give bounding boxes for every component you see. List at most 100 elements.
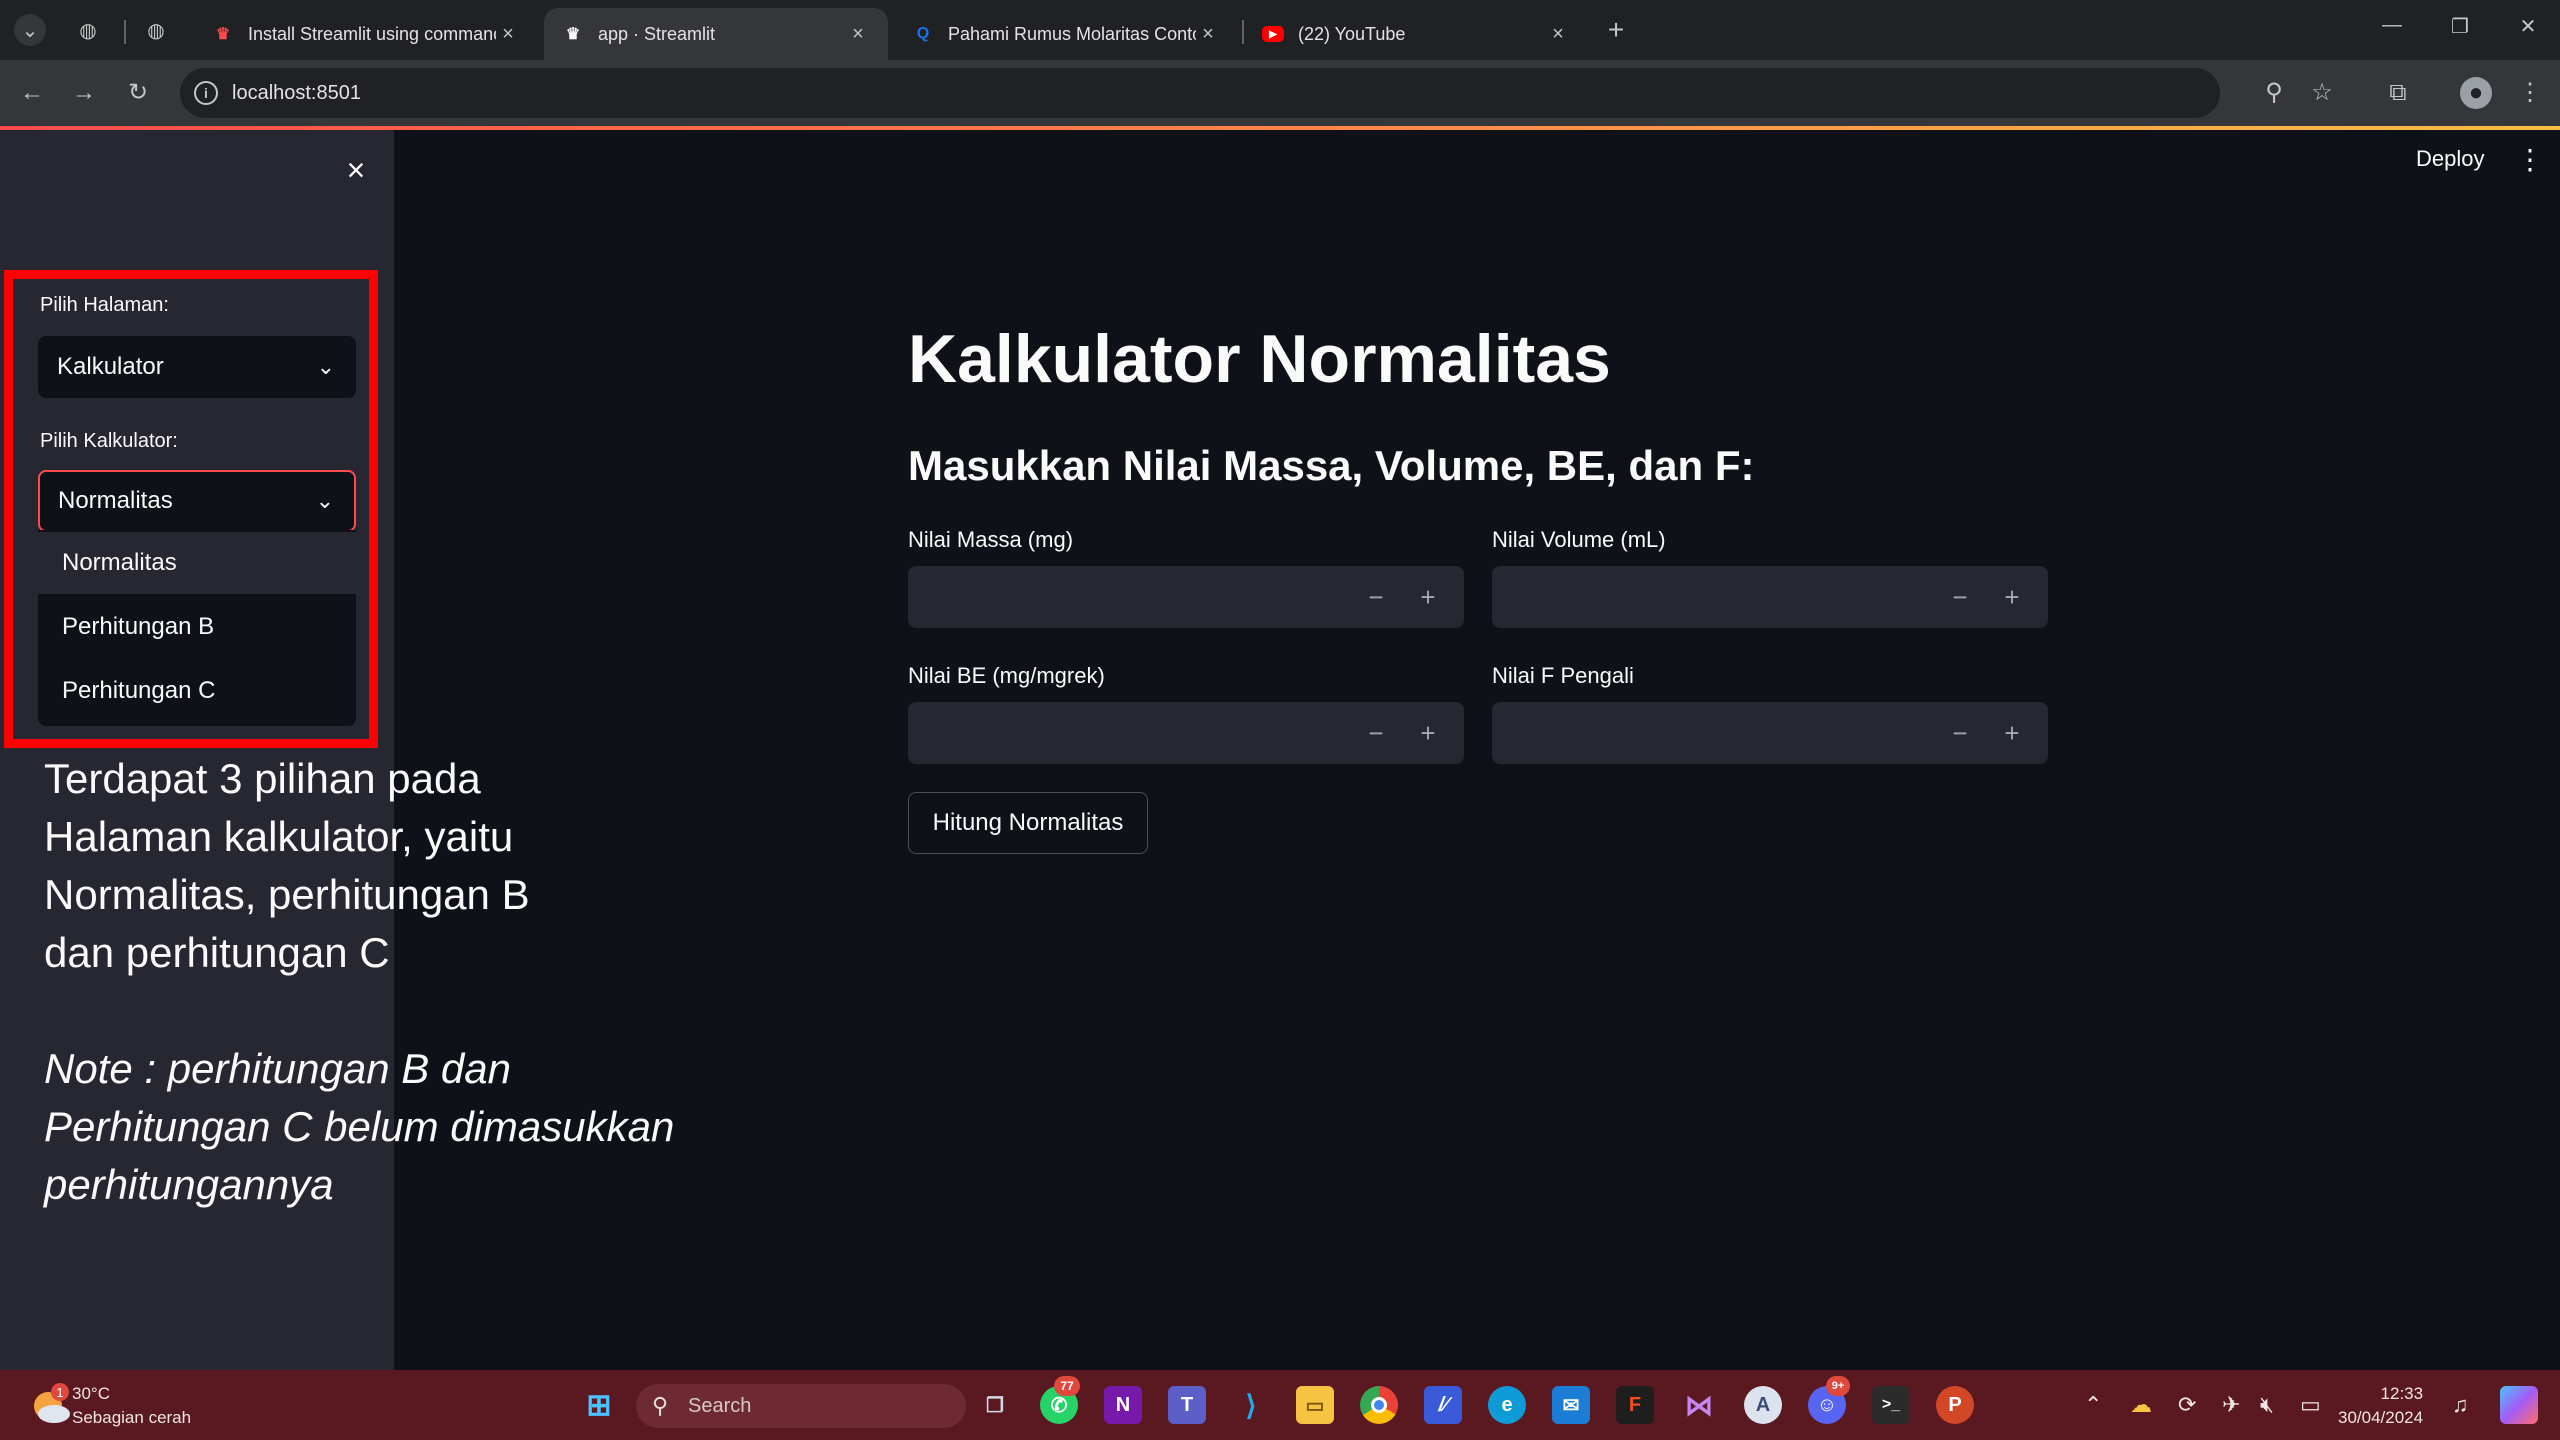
teams-icon[interactable]: T <box>1168 1386 1206 1424</box>
browser-menu-icon[interactable]: ⋮ <box>2514 77 2546 109</box>
deploy-button[interactable]: Deploy <box>2400 140 2500 178</box>
tab-title: Install Streamlit using commanc <box>248 23 496 44</box>
calculate-button[interactable]: Hitung Normalitas <box>908 792 1148 854</box>
globe-icon[interactable]: ◍ <box>140 14 172 46</box>
powerpoint-icon[interactable]: P <box>1936 1386 1974 1424</box>
notification-badge: 9+ <box>1826 1376 1850 1396</box>
dropdown-option-normalitas[interactable]: Normalitas <box>38 532 356 594</box>
forward-icon[interactable]: → <box>68 77 100 109</box>
battery-icon[interactable]: ▭ <box>2300 1392 2321 1418</box>
sync-icon[interactable]: ⟳ <box>2178 1392 2196 1418</box>
weather-widget[interactable]: 1 <box>26 1382 74 1430</box>
url-text: localhost:8501 <box>232 82 361 104</box>
onenote-icon[interactable]: N <box>1104 1386 1142 1424</box>
search-icon: ⚲ <box>652 1393 669 1418</box>
profile-avatar[interactable]: ● <box>2460 77 2492 109</box>
taskbar-search[interactable]: ⚲ Search <box>636 1384 966 1428</box>
notification-badge: 77 <box>1054 1376 1080 1396</box>
browser-tab-active[interactable]: ♛ app · Streamlit × <box>544 8 888 60</box>
clock-date: 30/04/2024 <box>2338 1408 2424 1427</box>
file-explorer-icon[interactable]: ▭ <box>1296 1386 1334 1424</box>
zoom-icon[interactable]: ⚲ <box>2258 77 2290 109</box>
tab-search-button[interactable]: ⌄ <box>14 14 46 46</box>
mail-icon[interactable]: ✉ <box>1552 1386 1590 1424</box>
clock-time: 12:33 <box>2380 1384 2424 1403</box>
annotation-line: dan perhitungan C <box>44 929 390 976</box>
dropdown-option-perhitungan-c[interactable]: Perhitungan C <box>38 660 356 722</box>
section-subtitle: Masukkan Nilai Massa, Volume, BE, dan F: <box>908 442 1755 489</box>
decrement-button[interactable]: − <box>1356 702 1396 764</box>
airplane-mode-icon[interactable]: ✈ <box>2222 1392 2240 1418</box>
weather-desc: Sebagian cerah <box>72 1408 192 1427</box>
chevron-up-icon[interactable]: ⌃ <box>2084 1392 2102 1418</box>
bookmark-star-icon[interactable]: ☆ <box>2306 77 2338 109</box>
terminal-icon[interactable]: >_ <box>1872 1386 1910 1424</box>
visual-studio-icon[interactable]: ⋈ <box>1680 1386 1718 1424</box>
field-label-volume: Nilai Volume (mL) <box>1492 527 1666 552</box>
field-label-f: Nilai F Pengali <box>1492 663 1634 688</box>
annotation-line: Perhitungan C belum dimasukkan <box>44 1103 675 1150</box>
app-icon[interactable]: /∕ <box>1424 1386 1462 1424</box>
number-input-massa[interactable]: − + <box>908 566 1464 628</box>
close-icon[interactable]: × <box>340 154 372 186</box>
decrement-button[interactable]: − <box>1940 566 1980 628</box>
streamlit-icon: ♛ <box>215 26 231 43</box>
weather-icon: 1 <box>34 1383 70 1423</box>
number-input-volume[interactable]: − + <box>1492 566 2048 628</box>
number-input-be[interactable]: − + <box>908 702 1464 764</box>
browser-tab[interactable]: Q Pahami Rumus Molaritas Conto × <box>894 8 1238 60</box>
decrement-button[interactable]: − <box>1356 566 1396 628</box>
annotation-note: Note : perhitungan B dan Perhitungan C b… <box>44 1040 674 1214</box>
tab-divider <box>124 20 126 44</box>
figma-icon[interactable]: F <box>1616 1386 1654 1424</box>
system-clock[interactable]: 12:33 30/04/2024 <box>2338 1382 2423 1430</box>
globe-icon[interactable]: ◍ <box>72 14 104 46</box>
browser-tab[interactable]: ▶ (22) YouTube × <box>1244 8 1588 60</box>
browser-toolbar: ← → ↻ i localhost:8501 ⚲ ☆ ⧉ ● ⋮ <box>0 60 2560 126</box>
annotation-line: perhitungannya <box>44 1161 334 1208</box>
onedrive-icon[interactable]: ☁ <box>2130 1392 2152 1418</box>
app-icon[interactable]: A <box>1744 1386 1782 1424</box>
chevron-down-icon: ⌄ <box>315 488 334 513</box>
windows-start-icon[interactable]: ⊞ <box>580 1386 618 1424</box>
search-placeholder: Search <box>688 1395 752 1417</box>
main-menu-icon[interactable]: ⋮ <box>2516 146 2544 174</box>
calc-select[interactable]: Normalitas ⌄ <box>38 470 356 532</box>
site-info-icon[interactable]: i <box>194 81 218 105</box>
increment-button[interactable]: + <box>1992 566 2032 628</box>
page-select[interactable]: Kalkulator ⌄ <box>38 336 356 398</box>
tab-title: (22) YouTube <box>1298 23 1406 44</box>
address-bar[interactable]: i localhost:8501 <box>180 68 2220 118</box>
browser-tab[interactable]: ♛ Install Streamlit using commanc × <box>194 8 538 60</box>
increment-button[interactable]: + <box>1408 566 1448 628</box>
browser-tab-strip: ⌄ ◍ ◍ ♛ Install Streamlit using commanc … <box>0 0 2560 60</box>
dropdown-option-perhitungan-b[interactable]: Perhitungan B <box>38 596 356 658</box>
close-icon[interactable]: × <box>1546 23 1570 46</box>
task-view-icon[interactable]: ❐ <box>976 1386 1014 1424</box>
close-icon[interactable]: × <box>846 23 870 46</box>
vscode-icon[interactable]: ⟩ <box>1232 1386 1270 1424</box>
increment-button[interactable]: + <box>1992 702 2032 764</box>
reload-icon[interactable]: ↻ <box>122 77 154 109</box>
increment-button[interactable]: + <box>1408 702 1448 764</box>
decrement-button[interactable]: − <box>1940 702 1980 764</box>
chrome-icon[interactable] <box>1360 1386 1398 1424</box>
close-window-icon[interactable]: ✕ <box>2508 14 2548 46</box>
copilot-icon[interactable] <box>2500 1386 2538 1424</box>
volume-muted-icon[interactable]: 🔇︎ <box>2260 1392 2274 1418</box>
tab-title: Pahami Rumus Molaritas Conto <box>948 23 1196 44</box>
annotation-line: Note : perhitungan B dan <box>44 1045 512 1092</box>
close-icon[interactable]: × <box>496 23 520 46</box>
edge-icon[interactable]: e <box>1488 1386 1526 1424</box>
number-input-f[interactable]: − + <box>1492 702 2048 764</box>
chevron-down-icon: ⌄ <box>316 354 335 379</box>
page-select-value: Kalkulator <box>57 353 164 380</box>
close-icon[interactable]: × <box>1196 23 1220 46</box>
annotation-line: Terdapat 3 pilihan pada <box>44 755 481 802</box>
back-icon[interactable]: ← <box>16 77 48 109</box>
minimize-icon[interactable]: — <box>2372 14 2412 46</box>
notification-bell-icon[interactable]: ♫ <box>2452 1392 2469 1418</box>
new-tab-button[interactable]: + <box>1600 14 1632 46</box>
extensions-icon[interactable]: ⧉ <box>2382 77 2414 109</box>
restore-icon[interactable]: ❐ <box>2440 14 2480 46</box>
